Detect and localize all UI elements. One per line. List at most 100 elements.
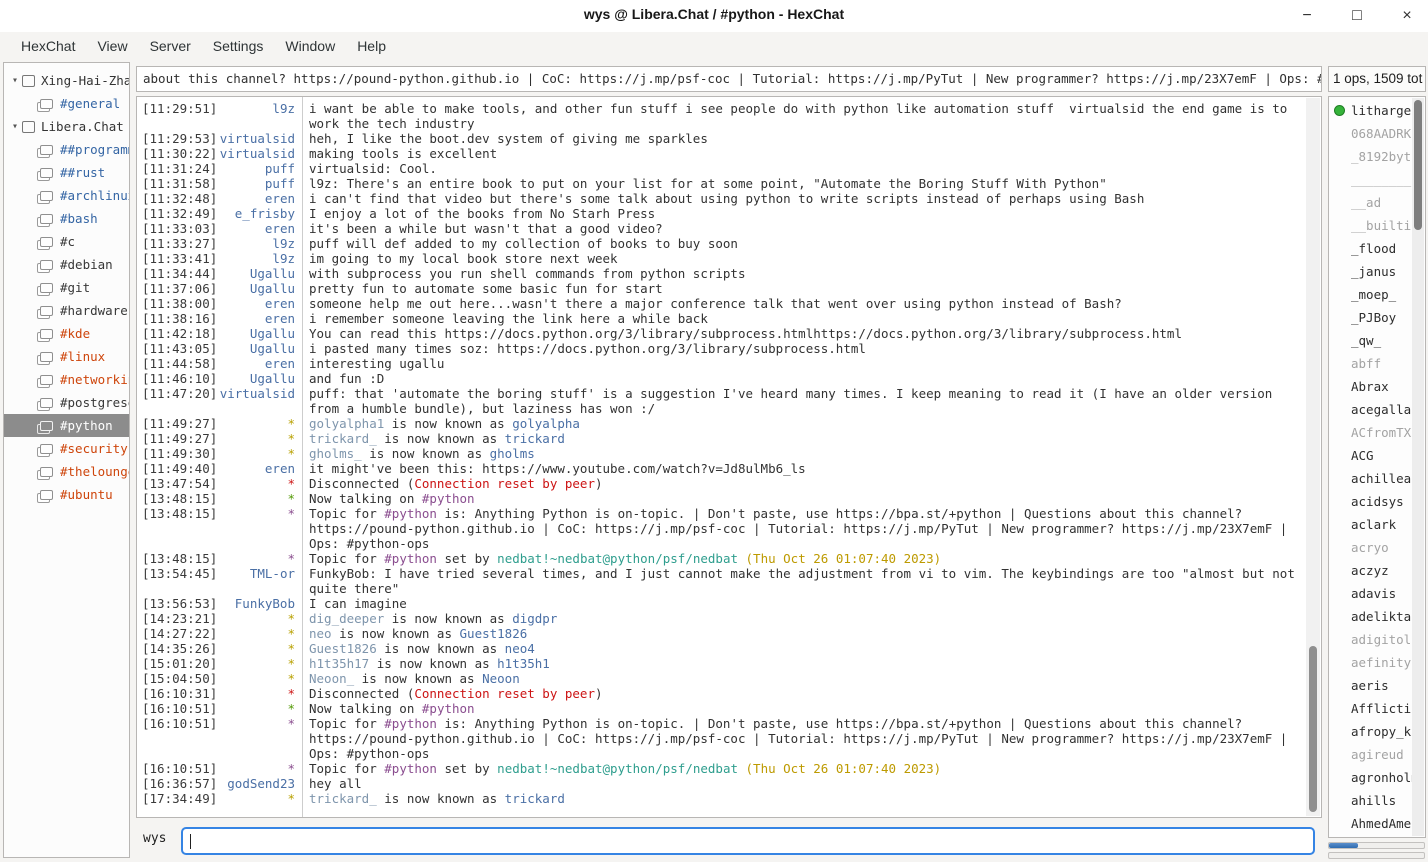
channel-label: ##programm	[60, 142, 129, 157]
message-input[interactable]	[181, 827, 1315, 855]
chat-timestamp: [11:43:05]	[137, 341, 219, 356]
user-item[interactable]: aczyz	[1329, 559, 1412, 582]
userlist-scrollbar[interactable]	[1412, 98, 1424, 836]
chat-message: I enjoy a lot of the books from No Starh…	[302, 206, 1305, 221]
user-nick: afropy_ke	[1351, 724, 1412, 739]
user-item[interactable]: _8192byte	[1329, 145, 1412, 168]
user-item[interactable]: Abrax	[1329, 375, 1412, 398]
user-nick: _PJBoy	[1351, 310, 1396, 325]
chat-timestamp: [11:31:58]	[137, 176, 219, 191]
user-item[interactable]: aclark	[1329, 513, 1412, 536]
menu-help[interactable]: Help	[346, 35, 397, 57]
user-item[interactable]: _flood	[1329, 237, 1412, 260]
user-item[interactable]: agireud	[1329, 743, 1412, 766]
user-item[interactable]: _janus	[1329, 260, 1412, 283]
user-item[interactable]: _qw_	[1329, 329, 1412, 352]
user-item[interactable]: ________	[1329, 168, 1412, 191]
user-item[interactable]: afropy_ke	[1329, 720, 1412, 743]
user-item[interactable]: ACfromTX	[1329, 421, 1412, 444]
chat-message-segment: Neoon_	[309, 671, 354, 686]
close-button[interactable]: ×	[1394, 3, 1420, 29]
minimize-button[interactable]: −	[1294, 3, 1320, 29]
user-item[interactable]: 068AADRKN	[1329, 122, 1412, 145]
channel-icon	[40, 283, 53, 293]
maximize-button[interactable]: □	[1344, 3, 1370, 29]
chat-message-segment: Disconnected (	[309, 476, 414, 491]
menu-view[interactable]: View	[86, 35, 138, 57]
topic-bar[interactable]: about this channel? https://pound-python…	[136, 66, 1322, 92]
user-nick: acidsys	[1351, 494, 1404, 509]
chat-message-segment: someone help me out here...wasn't there …	[309, 296, 1122, 311]
sidebar-item-rust[interactable]: ##rust	[4, 161, 129, 184]
sidebar-item-c[interactable]: #c	[4, 230, 129, 253]
sidebar-item-thelounge[interactable]: #thelounge	[4, 460, 129, 483]
chat-message-segment: is now known as	[354, 671, 482, 686]
chat-message-segment: Connection reset by peer	[414, 476, 595, 491]
chat-message-segment: i remember someone leaving the link here…	[309, 311, 708, 326]
sidebar-item-bash[interactable]: #bash	[4, 207, 129, 230]
user-item[interactable]: aefinity	[1329, 651, 1412, 674]
expander-icon[interactable]: ▾	[8, 75, 22, 86]
sidebar-item-ubuntu[interactable]: #ubuntu	[4, 483, 129, 506]
tree-network-xing-hai-zhan[interactable]: ▾Xing-Hai-Zhan	[4, 69, 129, 92]
user-item[interactable]: acidsys	[1329, 490, 1412, 513]
user-item[interactable]: _PJBoy	[1329, 306, 1412, 329]
sidebar-item-debian[interactable]: #debian	[4, 253, 129, 276]
chat-scrollbar[interactable]	[1306, 98, 1320, 816]
chat-nick: eren	[219, 461, 302, 476]
channel-icon	[40, 421, 53, 431]
chat-nick: *	[219, 641, 302, 656]
sidebar-item-hardware[interactable]: #hardware	[4, 299, 129, 322]
user-item[interactable]: adigitole	[1329, 628, 1412, 651]
user-item[interactable]: __builtin	[1329, 214, 1412, 237]
sidebar-item-archlinux[interactable]: #archlinux	[4, 184, 129, 207]
menu-server[interactable]: Server	[139, 35, 202, 57]
sidebar-item-git[interactable]: #git	[4, 276, 129, 299]
sidebar-item-postgresq[interactable]: #postgresq	[4, 391, 129, 414]
lag-meter	[1328, 842, 1425, 849]
sidebar-item-programm[interactable]: ##programm	[4, 138, 129, 161]
user-item[interactable]: abff	[1329, 352, 1412, 375]
user-item[interactable]: acryo	[1329, 536, 1412, 559]
chat-line: [11:33:03]erenit's been a while but wasn…	[137, 221, 1305, 236]
menu-hexchat[interactable]: HexChat	[10, 35, 86, 57]
user-item[interactable]: __ad	[1329, 191, 1412, 214]
userlist-scrollbar-thumb[interactable]	[1414, 100, 1422, 230]
chat-nick: *	[219, 671, 302, 686]
chat-scrollbar-thumb[interactable]	[1309, 646, 1317, 812]
chat-timestamp: [14:23:21]	[137, 611, 219, 626]
sidebar-item-python[interactable]: #python	[4, 414, 129, 437]
user-item[interactable]: achilleas	[1329, 467, 1412, 490]
user-item[interactable]: adeliktas	[1329, 605, 1412, 628]
sidebar-item-networkin[interactable]: #networkin	[4, 368, 129, 391]
user-item[interactable]: aeris	[1329, 674, 1412, 697]
chat-message-segment: l9z: There's an entire book to put on yo…	[309, 176, 1107, 191]
expander-icon[interactable]: ▾	[8, 121, 22, 132]
sidebar-item-kde[interactable]: #kde	[4, 322, 129, 345]
menu-settings[interactable]: Settings	[202, 35, 275, 57]
user-item[interactable]: litharge	[1329, 99, 1412, 122]
chat-timestamp: [11:44:58]	[137, 356, 219, 371]
chat-nick: *	[219, 416, 302, 431]
user-item[interactable]: Afflictio	[1329, 697, 1412, 720]
sidebar-item-linux[interactable]: #linux	[4, 345, 129, 368]
user-item[interactable]: ahills	[1329, 789, 1412, 812]
channel-label: #debian	[60, 257, 113, 272]
own-nick-label[interactable]: wys	[143, 831, 166, 846]
chat-message-segment: Now talking on	[309, 701, 422, 716]
menu-window[interactable]: Window	[274, 35, 346, 57]
nick-separator-line[interactable]	[302, 97, 303, 817]
user-item[interactable]: ACG	[1329, 444, 1412, 467]
user-item[interactable]: acegalla-	[1329, 398, 1412, 421]
user-item[interactable]: _moep_	[1329, 283, 1412, 306]
user-item[interactable]: agronholm	[1329, 766, 1412, 789]
chat-message-segment: trickard_	[309, 431, 377, 446]
sidebar-item-general[interactable]: #general	[4, 92, 129, 115]
chat-message-segment: is now known as	[384, 611, 512, 626]
sidebar-item-security[interactable]: #security	[4, 437, 129, 460]
chat-line: [11:29:53]virtualsidheh, I like the boot…	[137, 131, 1305, 146]
user-item[interactable]: adavis	[1329, 582, 1412, 605]
chat-message-segment: virtualsid: Cool.	[309, 161, 437, 176]
tree-network-libera.chat[interactable]: ▾Libera.Chat	[4, 115, 129, 138]
user-item[interactable]: AhmedAmer	[1329, 812, 1412, 835]
